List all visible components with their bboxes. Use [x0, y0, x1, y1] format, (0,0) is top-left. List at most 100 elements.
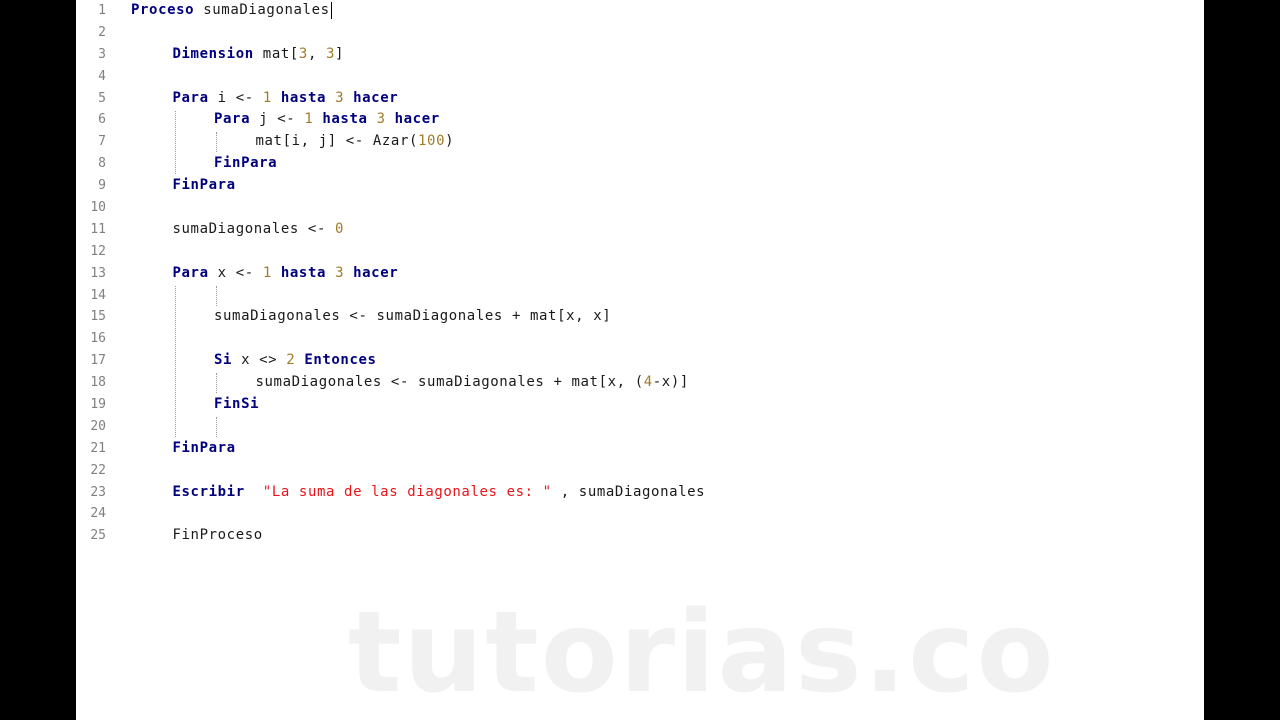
- line-number: 19: [90, 397, 106, 413]
- code-line[interactable]: 19 FinSi: [76, 394, 1204, 416]
- code-line[interactable]: 25 FinProceso: [76, 525, 1204, 547]
- code-token: FinPara: [172, 439, 236, 456]
- code-token: j <-: [250, 111, 305, 128]
- code-line[interactable]: 5 Para i <- 1 hasta 3 hacer: [76, 88, 1204, 110]
- line-number: 5: [98, 90, 106, 106]
- line-number: 23: [90, 484, 106, 500]
- code-token: 3: [335, 89, 345, 106]
- code-line[interactable]: 12: [76, 241, 1204, 263]
- line-number: 14: [90, 287, 106, 303]
- code-line[interactable]: 21 FinPara: [76, 438, 1204, 460]
- code-line[interactable]: 23 Escribir "La suma de las diagonales es…: [76, 482, 1204, 504]
- code-token: FinProceso: [172, 527, 263, 544]
- code-token: hasta: [280, 264, 327, 281]
- line-number: 15: [90, 309, 106, 325]
- code-token: FinPara: [172, 177, 236, 194]
- line-number: 6: [98, 112, 106, 128]
- line-content: Para i <- 1 hasta 3 hacer: [173, 88, 399, 110]
- watermark: tutorias.co: [348, 588, 1056, 718]
- code-token: 2: [286, 352, 296, 369]
- line-number: 24: [90, 506, 106, 522]
- line-content: FinSi: [214, 394, 259, 416]
- code-token: Azar: [372, 133, 409, 150]
- code-token: i <-: [208, 89, 263, 106]
- code-token: , sumaDiagonales: [551, 483, 706, 500]
- code-line[interactable]: 8 FinPara: [76, 153, 1204, 175]
- line-number: 18: [90, 375, 106, 391]
- line-number: 16: [90, 331, 106, 347]
- line-content: sumaDiagonales <- 0: [173, 219, 345, 241]
- line-number: 17: [90, 353, 106, 369]
- code-token: -x)]: [652, 374, 689, 391]
- line-number: 4: [98, 68, 106, 84]
- line-number: 8: [98, 156, 106, 172]
- line-content: FinPara: [173, 438, 236, 460]
- code-line[interactable]: 24: [76, 503, 1204, 525]
- code-line[interactable]: 15 sumaDiagonales <- sumaDiagonales + mat…: [76, 306, 1204, 328]
- code-line[interactable]: 6 Para j <- 1 hasta 3 hacer: [76, 109, 1204, 131]
- line-content: FinProceso: [173, 525, 263, 547]
- code-token: Si: [214, 352, 233, 369]
- line-content: Proceso sumaDiagonales: [131, 0, 332, 22]
- line-content: FinPara: [214, 153, 277, 175]
- code-token: Escribir: [172, 483, 245, 500]
- code-line[interactable]: 14: [76, 285, 1204, 307]
- code-line[interactable]: 4: [76, 66, 1204, 88]
- code-token: Para: [172, 89, 209, 106]
- code-token: ,: [307, 45, 327, 62]
- line-number: 10: [90, 200, 106, 216]
- code-token: 3: [298, 45, 308, 62]
- line-content: mat[i, j] <- Azar(100): [256, 131, 455, 153]
- code-token: Dimension: [172, 45, 254, 62]
- code-token: mat[i, j] <-: [255, 133, 373, 150]
- line-number: 20: [90, 418, 106, 434]
- text-caret: [330, 1, 332, 19]
- code-token: 3: [335, 264, 345, 281]
- code-line[interactable]: 3 Dimension mat[3, 3]: [76, 44, 1204, 66]
- code-line[interactable]: 7 mat[i, j] <- Azar(100): [76, 131, 1204, 153]
- code-token: 4: [643, 374, 653, 391]
- indent-guide: [216, 132, 217, 153]
- code-line[interactable]: 20: [76, 416, 1204, 438]
- code-token: hacer: [394, 111, 440, 128]
- code-line[interactable]: 9 FinPara: [76, 175, 1204, 197]
- indent-guide: [174, 110, 176, 175]
- code-token: sumaDiagonales <- sumaDiagonales + mat[x…: [214, 308, 612, 325]
- code-line[interactable]: 10: [76, 197, 1204, 219]
- code-line[interactable]: 22: [76, 460, 1204, 482]
- code-line[interactable]: 17 Si x <> 2 Entonces: [76, 350, 1204, 372]
- code-line[interactable]: 1 Proceso sumaDiagonales: [76, 0, 1204, 22]
- code-token: 0: [335, 220, 345, 237]
- code-token: 1: [262, 264, 272, 281]
- code-editor[interactable]: tutorias.co 1 Proceso sumaDiagonales 2 3 Dim…: [76, 0, 1204, 720]
- code-token: x <-: [208, 264, 263, 281]
- indent-guide: [174, 285, 176, 437]
- code-line[interactable]: 13 Para x <- 1 hasta 3 hacer: [76, 263, 1204, 285]
- code-line[interactable]: 18 sumaDiagonales <- sumaDiagonales + mat…: [76, 372, 1204, 394]
- code-token: hacer: [353, 264, 399, 281]
- code-line[interactable]: 16: [76, 328, 1204, 350]
- line-number: 3: [98, 46, 106, 62]
- line-number: 12: [90, 243, 106, 259]
- line-content: sumaDiagonales <- sumaDiagonales + mat[x…: [214, 306, 611, 328]
- line-number: 7: [98, 134, 106, 150]
- code-token: "La suma de las diagonales es: ": [262, 483, 552, 500]
- code-token: Proceso: [131, 2, 195, 18]
- code-token: FinSi: [214, 396, 260, 413]
- line-number: 9: [98, 178, 106, 194]
- code-area[interactable]: 1 Proceso sumaDiagonales 2 3 Dimension mat[3…: [76, 0, 1204, 547]
- line-number: 11: [90, 221, 106, 237]
- code-line[interactable]: 11 sumaDiagonales <- 0: [76, 219, 1204, 241]
- code-token: 1: [262, 89, 272, 106]
- code-token: hasta: [280, 89, 327, 106]
- line-content: Dimension mat[3, 3]: [173, 44, 345, 66]
- indent-guide: [216, 373, 217, 394]
- code-line[interactable]: 2: [76, 22, 1204, 44]
- line-content: Para j <- 1 hasta 3 hacer: [214, 109, 440, 131]
- code-token: hasta: [322, 111, 368, 128]
